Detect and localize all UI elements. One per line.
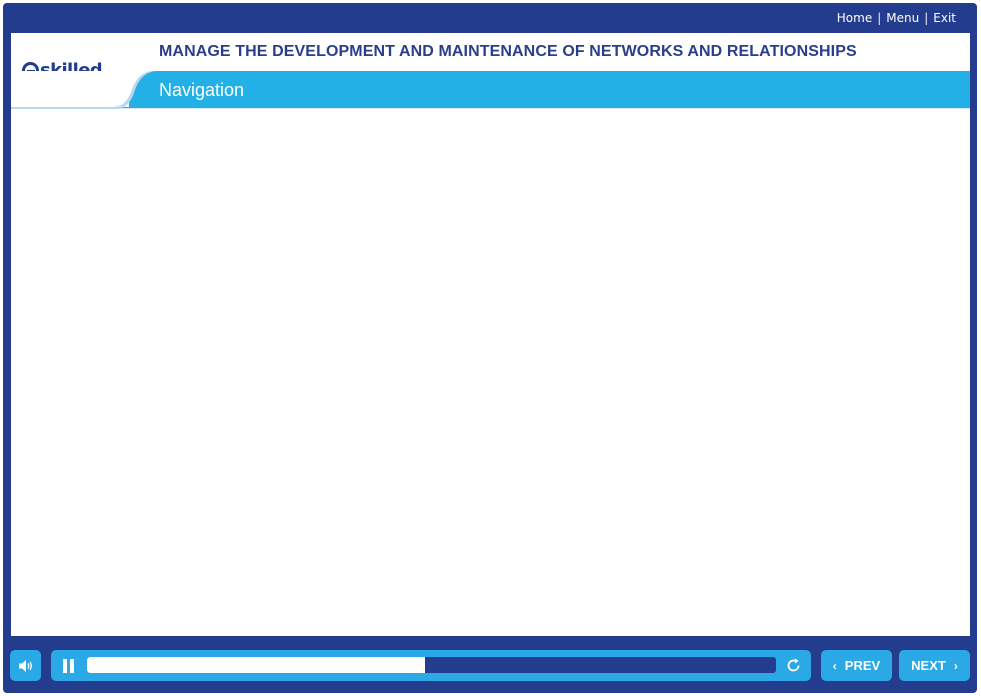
next-button[interactable]: NEXT › [899, 650, 970, 681]
prev-button[interactable]: ‹ PREV [821, 650, 892, 681]
course-title: MANAGE THE DEVELOPMENT AND MAINTENANCE O… [159, 43, 857, 60]
home-link[interactable]: Home [832, 11, 877, 25]
slide-header: skilled MANAGE THE DEVELOPMENT AND MAINT… [11, 33, 970, 111]
banner-shape [11, 71, 970, 109]
slide-content-area: skilled MANAGE THE DEVELOPMENT AND MAINT… [11, 33, 970, 636]
replay-icon [787, 658, 800, 672]
player-controls: ‹ PREV NEXT › [0, 650, 981, 684]
exit-link[interactable]: Exit [928, 11, 961, 25]
page-title: Navigation [159, 80, 245, 100]
menu-link[interactable]: Menu [881, 11, 924, 25]
audio-button[interactable] [10, 650, 41, 681]
pause-button[interactable] [62, 659, 76, 673]
nav-separator: | [924, 11, 929, 25]
progress-track[interactable] [87, 657, 776, 673]
pause-icon-bar [70, 659, 74, 673]
playback-bar [51, 650, 811, 681]
nav-separator: | [877, 11, 882, 25]
replay-button[interactable] [784, 656, 803, 675]
title-banner [11, 71, 970, 111]
progress-fill [87, 657, 425, 673]
chevron-right-icon: › [953, 658, 958, 673]
prev-label: PREV [844, 658, 881, 673]
next-label: NEXT [911, 658, 946, 673]
speaker-icon [18, 659, 32, 672]
pause-icon-bar [63, 659, 67, 673]
chevron-left-icon: ‹ [832, 658, 837, 673]
top-nav-links: Home | Menu | Exit [832, 10, 961, 26]
